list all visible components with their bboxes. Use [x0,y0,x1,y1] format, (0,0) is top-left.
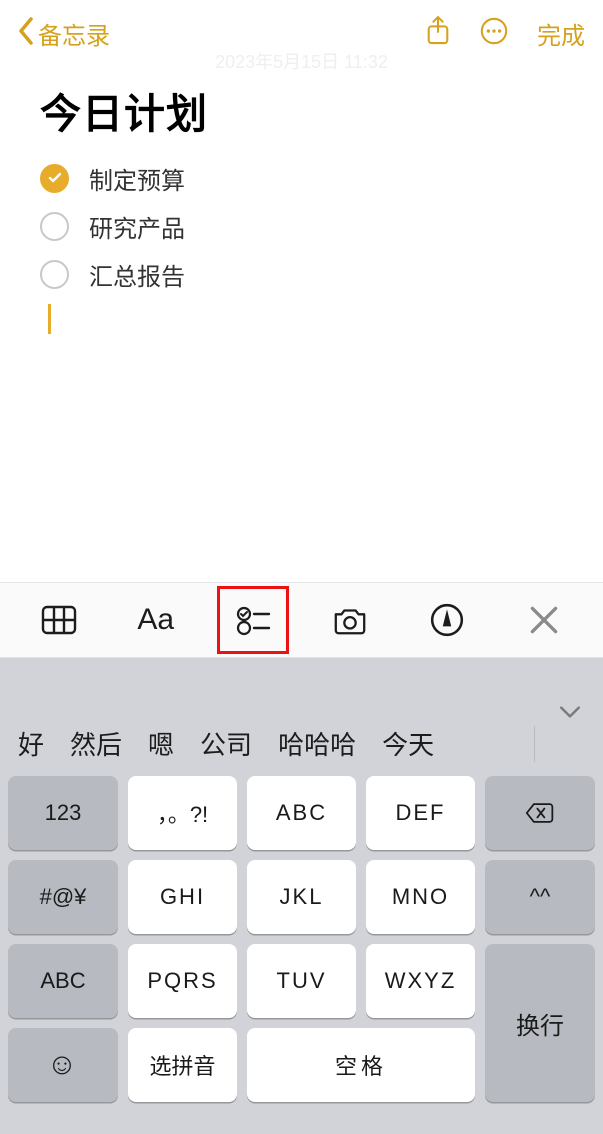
key-grid: 123 ，。?! ABC DEF #@¥ GHI JKL MNO ^^ ABC … [0,776,603,1110]
divider [534,726,535,762]
key-kaomoji[interactable]: ^^ [485,860,595,934]
chevron-left-icon [18,15,34,51]
emoji-icon: ☺ [47,1048,80,1082]
back-button[interactable]: 备忘录 [18,15,110,51]
key-select-pinyin[interactable]: 选拼音 [128,1028,237,1102]
key-delete[interactable] [485,776,595,850]
suggestion[interactable]: 公司 [200,725,252,762]
key-wxyz[interactable]: WXYZ [366,944,475,1018]
key-mno[interactable]: MNO [366,860,475,934]
back-label: 备忘录 [38,16,110,51]
key-def[interactable]: DEF [366,776,475,850]
suggestion[interactable]: 嗯 [148,725,174,762]
key-symbols[interactable]: #@¥ [8,860,118,934]
empty-circle-icon[interactable] [40,212,69,241]
keyboard: 好 然后 嗯 公司 哈哈哈 今天 123 ，。?! ABC DEF #@¥ GH… [0,658,603,1134]
suggestion[interactable]: 好 [18,725,44,762]
key-123[interactable]: 123 [8,776,118,850]
checklist-item[interactable]: 研究产品 [40,202,563,250]
checklist-button[interactable] [223,592,283,648]
key-abc-mode[interactable]: ABC [8,944,118,1018]
key-tuv[interactable]: TUV [247,944,356,1018]
share-button[interactable] [425,15,451,52]
note-body[interactable]: 今日计划 制定预算 研究产品 汇总报告 [0,66,603,334]
key-return[interactable]: 换行 [485,944,595,1102]
checklist-item[interactable]: 汇总报告 [40,250,563,298]
suggestion[interactable]: 然后 [70,725,122,762]
table-button[interactable] [29,592,89,648]
camera-button[interactable] [320,592,380,648]
suggestion-bar: 好 然后 嗯 公司 哈哈哈 今天 [0,658,603,776]
close-toolbar-button[interactable] [514,592,574,648]
checklist-item-text: 制定预算 [89,161,185,196]
empty-circle-icon[interactable] [40,260,69,289]
key-emoji[interactable]: ☺ [8,1028,118,1102]
note-title: 今日计划 [40,80,563,140]
checklist-item-text: 研究产品 [89,209,185,244]
key-punct[interactable]: ，。?! [128,776,237,850]
suggestion[interactable]: 今天 [382,725,434,762]
text-cursor [48,304,51,334]
key-jkl[interactable]: JKL [247,860,356,934]
key-ghi[interactable]: GHI [128,860,237,934]
expand-suggestions-button[interactable] [559,695,585,726]
suggestion[interactable]: 哈哈哈 [278,725,356,762]
navigation-bar: 备忘录 2023年5月15日 11:32 完成 [0,0,603,66]
checklist-item-text: 汇总报告 [89,257,185,292]
done-button[interactable]: 完成 [537,16,585,51]
key-abc[interactable]: ABC [247,776,356,850]
checklist-item[interactable]: 制定预算 [40,154,563,202]
key-space[interactable]: 空格 [247,1028,475,1102]
key-pqrs[interactable]: PQRS [128,944,237,1018]
markup-button[interactable] [417,592,477,648]
more-button[interactable] [479,16,509,51]
text-format-button[interactable]: Aa [126,592,186,648]
check-circle-icon[interactable] [40,164,69,193]
format-toolbar: Aa [0,582,603,658]
